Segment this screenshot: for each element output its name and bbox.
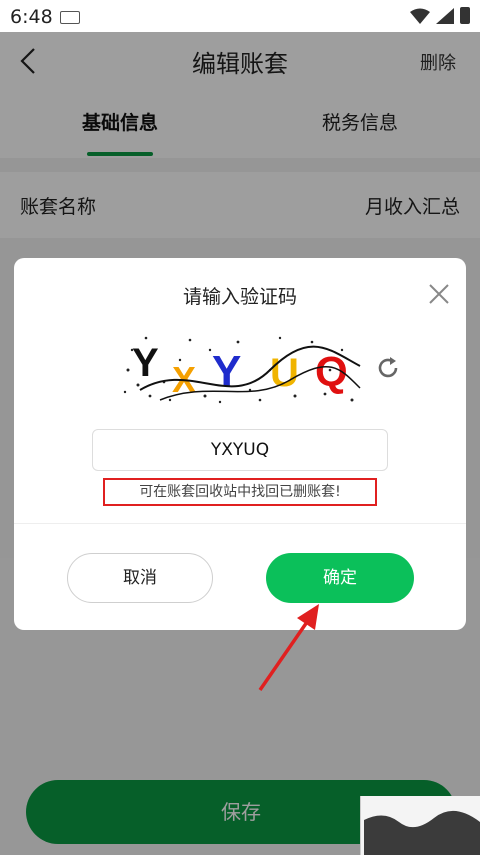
- preview-image: [364, 800, 480, 855]
- wifi-icon: [410, 8, 430, 24]
- battery-icon: [460, 7, 470, 24]
- svg-text:Y: Y: [212, 347, 241, 396]
- keyboard-icon: [60, 11, 80, 24]
- dialog-title: 请输入验证码: [182, 286, 297, 308]
- recycle-bin-hint: 可在账套回收站中找回已删账套!: [103, 478, 377, 506]
- dialog-divider: [14, 523, 466, 524]
- annotation-arrow-icon: [258, 604, 319, 691]
- svg-text:Y: Y: [132, 341, 159, 385]
- captcha-image: Y X Y U Q: [120, 330, 362, 406]
- captcha-input[interactable]: [92, 429, 388, 471]
- refresh-icon[interactable]: [374, 354, 402, 382]
- cancel-button[interactable]: 取消: [67, 553, 213, 603]
- signal-icon: [436, 8, 454, 24]
- close-icon[interactable]: [428, 283, 450, 305]
- status-time: 6:48: [10, 6, 53, 28]
- confirm-button[interactable]: 确定: [266, 553, 414, 603]
